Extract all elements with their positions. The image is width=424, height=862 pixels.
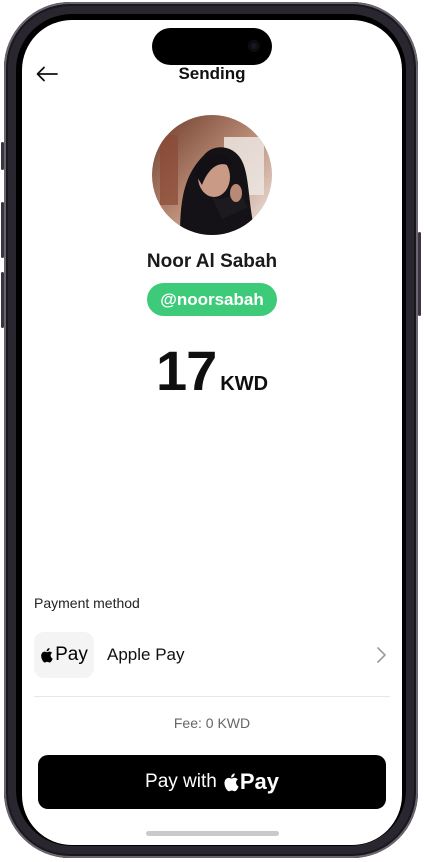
recipient-handle-badge[interactable]: @noorsabah [147,283,277,316]
payment-method-label: Payment method [34,595,140,611]
camera-icon [248,40,260,52]
page-title: Sending [178,64,246,83]
volume-up-button [1,202,4,258]
divider [34,696,390,697]
chevron-right-icon [377,647,386,663]
header: Sending [22,60,402,88]
payment-method-row[interactable]: Pay Apple Pay [34,630,390,680]
recipient-name: Noor Al Sabah [146,251,278,272]
screen: Sending Noor Al Sabah @noorsabah 17 KWD [22,20,402,845]
fee-text: Fee: 0 KWD [173,715,251,731]
pay-with-apple-pay-button[interactable]: Pay with Pay [38,755,386,809]
amount-value: 17 [155,339,217,402]
pay-button-apple-pay-logo: Pay [223,769,279,795]
pay-button-label: Pay with [145,771,217,792]
volume-down-button [1,272,4,328]
avatar [152,115,272,235]
power-button [418,232,421,316]
payment-method-name: Apple Pay [107,645,185,664]
action-button [1,142,4,170]
home-indicator [146,831,279,836]
pay-button-logo-text: Pay [239,769,279,794]
apple-pay-logo: Pay [34,632,94,678]
apple-icon [224,773,239,792]
apple-icon [41,648,53,663]
amount-currency: KWD [220,373,269,395]
apple-pay-logo-text: Pay [55,644,88,665]
amount-display: 17 KWD [22,338,402,403]
